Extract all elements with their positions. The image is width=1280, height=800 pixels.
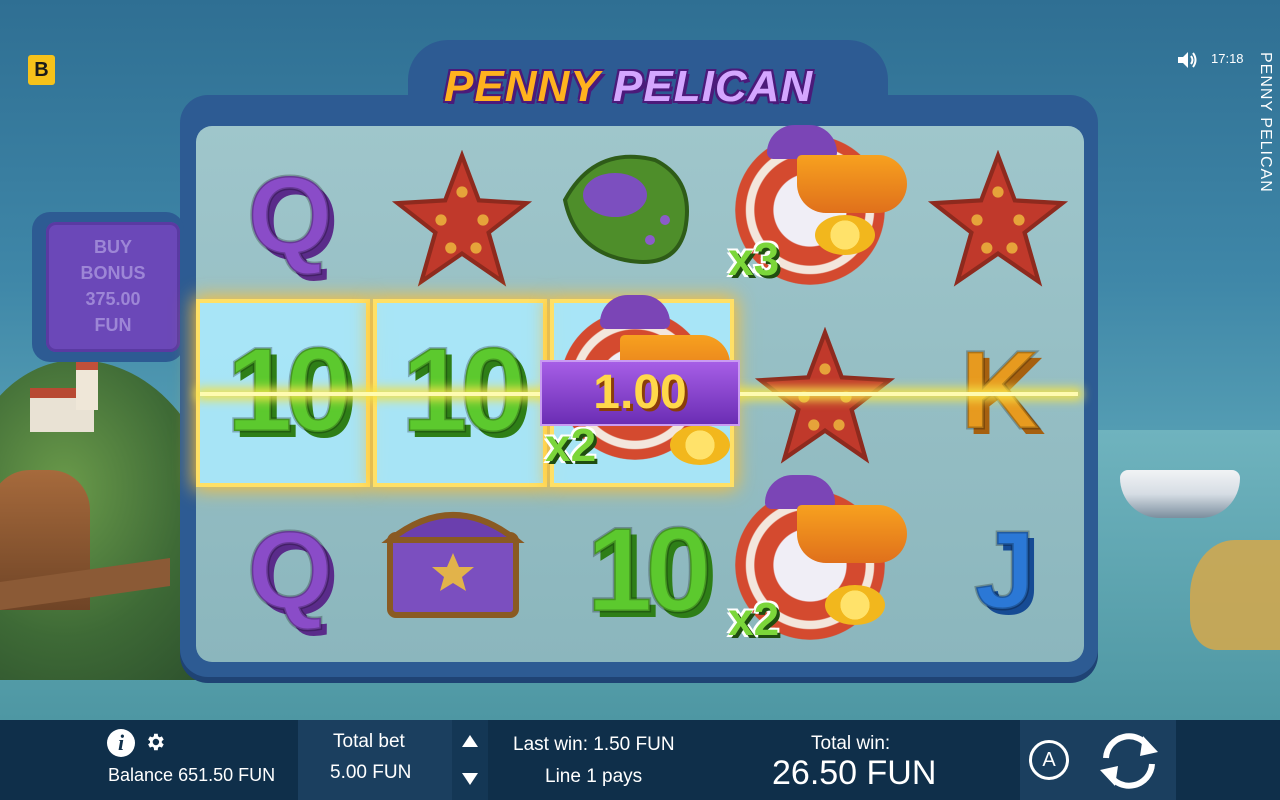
buy-bonus-line1: BUY — [93, 237, 132, 257]
symbol-starfish — [382, 145, 542, 295]
line-pays-message: Line 1 pays — [545, 766, 643, 787]
symbol-10: 10 — [225, 322, 353, 459]
logo-word-pelican: PELICAN — [613, 62, 814, 111]
buy-bonus-currency: FUN — [94, 315, 132, 335]
buy-bonus-button[interactable]: BUY BONUS 375.00 FUN — [46, 222, 180, 352]
balance-label: Balance — [108, 765, 174, 785]
symbol-starfish — [918, 145, 1078, 295]
arrow-up-icon[interactable] — [462, 735, 478, 747]
symbol-q: Q — [246, 507, 335, 633]
multiplier-badge: x2 — [728, 593, 780, 645]
symbol-10: 10 — [585, 502, 713, 639]
total-win-label: Total win: — [811, 733, 891, 754]
lighthouse-background — [76, 362, 98, 410]
total-win-value: 26.50 FUN — [772, 754, 937, 792]
arrow-down-icon[interactable] — [462, 773, 478, 785]
info-icon[interactable]: i — [107, 729, 135, 757]
bet-arrows-panel — [452, 720, 488, 800]
symbol-q: Q — [246, 152, 335, 278]
clock: 17:18 — [1211, 51, 1244, 66]
total-bet-label: Total bet — [333, 731, 405, 752]
game-logo: PENNY PELICAN — [438, 52, 838, 124]
balance-value: 651.50 FUN — [178, 765, 276, 785]
symbol-chest — [378, 495, 528, 625]
spin-icon[interactable] — [1094, 728, 1164, 794]
symbol-10: 10 — [400, 322, 528, 459]
last-win: Last win: 1.50 FUN — [513, 734, 675, 755]
balance: Balance 651.50 FUN — [108, 765, 275, 786]
buy-bonus-line2: BONUS — [80, 263, 146, 283]
symbol-starfish — [745, 322, 905, 472]
buy-bonus-amount: 375.00 — [85, 289, 141, 309]
symbol-k: K — [959, 327, 1041, 453]
symbol-shell — [555, 140, 705, 280]
win-amount: 1.00 — [593, 366, 687, 419]
boat-background — [1120, 470, 1240, 518]
logo-word-penny: PENNY — [444, 62, 600, 111]
brand-badge: B — [28, 55, 55, 85]
sound-icon[interactable] — [1176, 50, 1198, 70]
multiplier-badge: x3 — [728, 233, 780, 285]
gear-icon[interactable] — [144, 731, 166, 753]
vertical-game-title: PENNY PELICAN — [1257, 52, 1274, 193]
autoplay-icon[interactable]: A — [1029, 740, 1069, 780]
total-bet-value: 5.00 FUN — [330, 762, 412, 783]
multiplier-badge: x2 — [545, 419, 597, 471]
symbol-j: J — [973, 507, 1037, 633]
rocks-background — [1190, 540, 1280, 650]
